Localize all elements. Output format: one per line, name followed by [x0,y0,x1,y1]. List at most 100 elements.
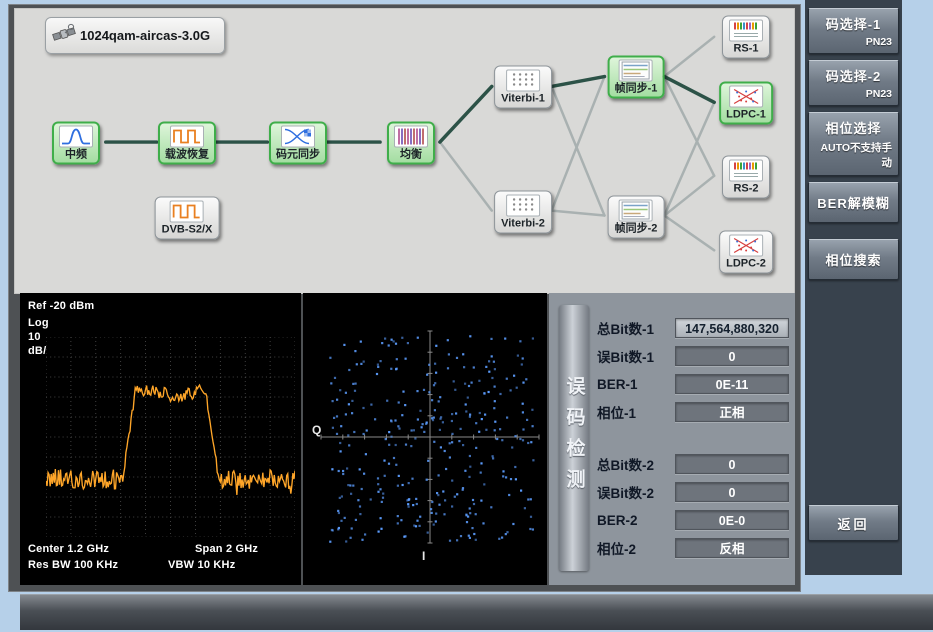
ber-value: 反相 [675,538,789,558]
node-dvb[interactable]: DVB-S2/X [155,197,220,240]
ber-label: 误Bit数-1 [597,346,654,366]
ber-value: 正相 [675,402,789,422]
sidebar-button-3[interactable]: 相位选择 AUTO不支持手动 [808,112,899,176]
node-label: 帧同步-2 [615,223,658,236]
square-wave-icon [170,201,204,223]
rbw-label: Res BW 100 KHz [28,559,118,571]
spectrum-trace [46,385,295,495]
span-label: Span 2 GHz [195,543,258,555]
ber-panel: 误码检测 总Bit数-1 147,564,880,320 误Bit数-1 0 BER-1… [549,293,795,585]
spectrum-panel: Ref -20 dBm Log 10 dB/ Center 1.2 GHz Sp… [20,293,301,585]
ber-label: 总Bit数-1 [597,318,654,338]
square-wave-icon [170,126,204,148]
signal-title-chip[interactable]: 1024qam-aircas-3.0G [45,17,225,54]
flow-diagram-panel: 中频 载波恢复 码元同步均衡 DVB-S2/X Viterbi-1 Viterbi-2 帧同… [14,8,795,294]
bandpass-icon [59,126,93,148]
node-label: RS-2 [733,183,758,196]
ber-side-strip: 误码检测 [559,305,589,571]
node-rs1[interactable]: RS-1 [722,16,770,59]
scatter-cross-icon [729,235,763,257]
ber-rows: 总Bit数-1 147,564,880,320 误Bit数-1 0 BER-10E-11… [597,317,789,589]
ber-group: 总Bit数-1 147,564,880,320 误Bit数-1 0 BER-10E-11… [597,317,789,423]
bottom-bar [20,594,933,630]
constellation-panel: Q I [303,293,547,585]
sidebar-button-5[interactable]: 相位搜索 [808,239,899,280]
scatter-cross-icon [729,86,763,108]
dot-grid-icon [506,195,540,217]
ber-value: 0E-0 [675,510,789,530]
ber-row: 误Bit数-1 0 [597,345,789,367]
node-label: DVB-S2/X [162,224,213,237]
node-ldpc1[interactable]: LDPC-1 [719,82,773,125]
frame-window-icon [619,60,653,82]
sidebar-button-2[interactable]: 码选择-2 PN23 [808,60,899,106]
button-sublabel: PN23 [811,88,896,100]
ber-row: BER-10E-11 [597,373,789,395]
return-label: 返回 [837,514,869,533]
return-button[interactable]: 返回 [808,505,899,541]
satellite-icon [52,22,76,49]
button-sublabel: PN23 [811,36,896,48]
node-label: LDPC-1 [726,109,766,122]
frame-window-icon [619,200,653,222]
node-zt2[interactable]: 帧同步-2 [608,196,665,239]
log-scale-unit: dB/ [28,345,46,357]
node-zf[interactable]: 中频 [52,122,100,165]
node-label: 帧同步-1 [615,83,658,96]
q-axis-label: Q [312,423,321,437]
sidebar-buttons: 码选择-1 PN23 码选择-2 PN23 相位选择 AUTO不支持手动 BER解模糊相位搜… [805,8,902,280]
ber-label: 误Bit数-2 [597,482,654,502]
app-window: 中频 载波恢复 码元同步均衡 DVB-S2/X Viterbi-1 Viterbi-2 帧同… [0,0,933,632]
node-label: 中频 [65,149,87,162]
node-jh[interactable]: 均衡 [387,122,435,165]
node-vit1[interactable]: Viterbi-1 [494,66,552,109]
ber-row: 总Bit数-1 147,564,880,320 [597,317,789,339]
ber-row: 相位-1 正相 [597,401,789,423]
ber-value: 0 [675,346,789,366]
button-label: 码选择-2 [811,66,896,85]
node-label: Viterbi-2 [501,218,545,231]
node-mytb[interactable]: 码元同步 [269,122,327,165]
ber-value: 147,564,880,320 [675,318,789,338]
ber-label: BER-1 [597,377,638,392]
node-label: LDPC-2 [726,258,766,271]
log-scale-value: 10 [28,331,41,343]
button-label: 码选择-1 [811,14,896,33]
node-vit2[interactable]: Viterbi-2 [494,191,552,234]
ber-group: 总Bit数-2 0 误Bit数-2 0 BER-2 0E-0 相位-2 反相 [597,453,789,559]
vbw-label: VBW 10 KHz [168,559,235,571]
node-label: RS-1 [733,43,758,56]
spectrum-plot [46,337,295,537]
ber-row: 总Bit数-2 0 [597,453,789,475]
node-zt1[interactable]: 帧同步-1 [608,56,665,99]
node-label: 均衡 [400,149,422,162]
node-zbhf[interactable]: 载波恢复 [158,122,216,165]
node-rs2[interactable]: RS-2 [722,156,770,199]
ber-row: BER-2 0E-0 [597,509,789,531]
button-sublabel: AUTO不支持手动 [811,140,896,170]
ber-side-label: 误码检测 [561,376,588,500]
ber-label: BER-2 [597,513,638,528]
button-label: 相位搜索 [811,245,896,274]
node-label: 载波恢复 [165,149,209,162]
sidebar-button-1[interactable]: 码选择-1 PN23 [808,8,899,54]
button-label: 相位选择 [811,118,896,137]
ref-level-label: Ref -20 dBm [28,300,94,312]
sidebar-button-4[interactable]: BER解模糊 [808,182,899,223]
ber-label: 相位-2 [597,538,636,558]
sidebar: 码选择-1 PN23 码选择-2 PN23 相位选择 AUTO不支持手动 BER解模糊相位搜… [805,0,902,575]
ber-label: 相位-1 [597,402,636,422]
constellation-plot [303,293,547,585]
node-ldpc2[interactable]: LDPC-2 [719,231,773,274]
ber-value: 0 [675,454,789,474]
comb-icon [394,126,428,148]
eye-diagram-icon [281,126,315,148]
ber-label: 总Bit数-2 [597,454,654,474]
ber-row: 相位-2 反相 [597,537,789,559]
node-label: Viterbi-1 [501,93,545,106]
button-label: BER解模糊 [811,188,896,217]
ber-value: 0 [675,482,789,502]
log-scale-label: Log [28,317,49,329]
center-freq-label: Center 1.2 GHz [28,543,109,555]
signal-title: 1024qam-aircas-3.0G [80,28,210,43]
